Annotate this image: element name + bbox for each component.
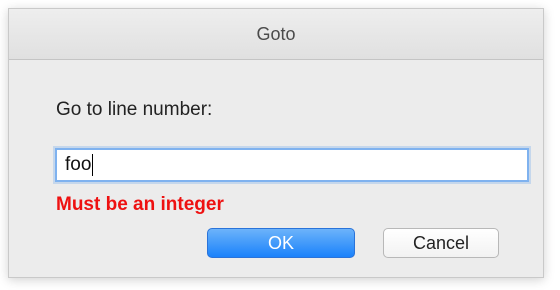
goto-dialog: Goto Go to line number: foo Must be an i… bbox=[8, 8, 544, 278]
cancel-button[interactable]: Cancel bbox=[383, 228, 499, 258]
title-bar[interactable]: Goto bbox=[9, 9, 543, 60]
ok-button[interactable]: OK bbox=[207, 228, 355, 258]
line-number-input[interactable]: foo bbox=[55, 148, 529, 182]
prompt-label: Go to line number: bbox=[56, 99, 213, 120]
input-value: foo bbox=[65, 154, 92, 175]
dialog-title: Goto bbox=[256, 23, 296, 44]
text-caret bbox=[92, 154, 94, 176]
error-message: Must be an integer bbox=[56, 194, 224, 215]
